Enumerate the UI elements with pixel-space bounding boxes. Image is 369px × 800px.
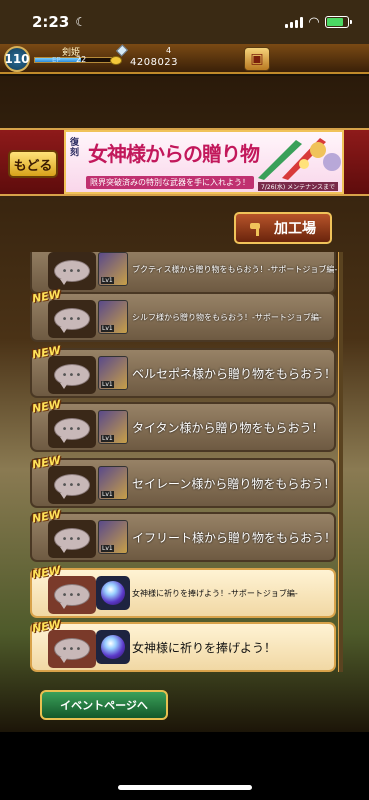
item-level: Lv1 bbox=[101, 545, 114, 552]
exp-bar bbox=[34, 57, 112, 63]
mission-row[interactable]: ••• Lv1 ベルセポネ様から贈り物をもらおう！ NEW bbox=[30, 344, 337, 398]
mission-row[interactable]: ••• Lv1 セイレーン様から贈り物をもらおう！ NEW bbox=[30, 454, 336, 508]
item-level: Lv1 bbox=[101, 381, 114, 388]
event-page-button[interactable]: イベントページへ bbox=[40, 690, 168, 720]
weapon-item-icon: Lv1 bbox=[98, 252, 128, 286]
back-button[interactable]: もどる bbox=[8, 150, 58, 178]
chat-bubble-icon: ••• bbox=[48, 252, 96, 290]
mission-title: ベルセポネ様から贈り物をもらおう！ bbox=[132, 366, 337, 381]
bubble-tail bbox=[60, 437, 68, 443]
mission-title: 女神様に祈りを捧げよう！-サポートジョブ編- bbox=[132, 588, 298, 598]
chest-icon: ▣ bbox=[250, 51, 264, 67]
bubble-tail bbox=[60, 279, 68, 285]
chat-bubble-icon: ••• bbox=[48, 356, 96, 394]
workshop-label: 加工場 bbox=[274, 221, 316, 237]
mission-title: 女神様に祈りを捧げよう！ bbox=[132, 640, 277, 655]
player-level-badge: 110 bbox=[4, 46, 30, 72]
event-banner[interactable]: 復刻 女神様からの贈り物 限界突破済みの特別な武器を手に入れよう！ 7/26(水… bbox=[64, 130, 344, 194]
weapon-item-icon: Lv1 bbox=[98, 520, 128, 554]
gold-count: 4208023 bbox=[130, 57, 179, 68]
chat-bubble-icon: ••• bbox=[48, 410, 96, 448]
weapon-item-icon: Lv1 bbox=[98, 410, 128, 444]
mission-row[interactable]: ••• 女神様に祈りを捧げよう！-サポートジョブ編- NEW bbox=[30, 564, 336, 618]
bubble-tail bbox=[60, 547, 68, 553]
hammer-icon bbox=[250, 221, 268, 236]
exp-label: EP bbox=[52, 56, 61, 64]
mission-row[interactable]: ••• Lv1 ブクティス様から贈り物をもらおう！-サポートジョブ編- bbox=[30, 252, 338, 294]
weapon-item-icon: Lv1 bbox=[98, 466, 128, 500]
bubble-tail bbox=[60, 383, 68, 389]
status-bar: 2:23 ☾ ◠ bbox=[0, 0, 369, 44]
banner-subtitle: 限界突破済みの特別な武器を手に入れよう！ bbox=[86, 176, 254, 189]
mission-title: セイレーン様から贈り物をもらおう！ bbox=[132, 476, 336, 491]
gem-icon bbox=[115, 44, 129, 57]
weapon-item-icon: Lv1 bbox=[98, 300, 128, 334]
item-level: Lv1 bbox=[101, 325, 114, 332]
orb-item-icon bbox=[96, 630, 130, 664]
chat-bubble-icon: ••• bbox=[48, 576, 96, 614]
item-level: Lv1 bbox=[101, 277, 114, 284]
workshop-button[interactable]: 加工場 bbox=[234, 212, 332, 244]
mission-title: ブクティス様から贈り物をもらおう！-サポートジョブ編- bbox=[132, 264, 338, 274]
list-scrollbar[interactable] bbox=[338, 252, 343, 672]
mission-row[interactable]: ••• 女神様に祈りを捧げよう！ NEW bbox=[30, 618, 336, 672]
chat-bubble-icon: ••• bbox=[48, 466, 96, 504]
wifi-icon: ◠ bbox=[309, 14, 319, 30]
battery-icon bbox=[325, 16, 352, 28]
bubble-tail bbox=[60, 493, 68, 499]
mission-title: タイタン様から贈り物をもらおう！ bbox=[132, 420, 324, 435]
mission-row[interactable]: ••• Lv1 タイタン様から贈り物をもらおう！ NEW bbox=[30, 398, 336, 452]
moon-icon: ☾ bbox=[75, 15, 87, 29]
banner-badge: 復刻 bbox=[70, 138, 80, 158]
bubble-tail bbox=[60, 603, 68, 609]
mission-title: イフリート様から贈り物をもらおう！ bbox=[132, 530, 337, 545]
chat-bubble-icon: ••• bbox=[48, 630, 96, 668]
weapon-art-icon bbox=[258, 138, 341, 180]
signal-icon bbox=[285, 16, 303, 28]
orb-item-icon bbox=[96, 576, 130, 610]
weapon-item-icon: Lv1 bbox=[98, 356, 128, 390]
chat-bubble-icon: ••• bbox=[48, 300, 96, 338]
gold-icon bbox=[110, 56, 122, 65]
player-header: 110 剣姫 EP 22 4 4208023 ▣ bbox=[0, 44, 369, 74]
mission-list[interactable]: ••• Lv1 ブクティス様から贈り物をもらおう！-サポートジョブ編- ••• Lv1 シ… bbox=[26, 252, 340, 672]
item-level: Lv1 bbox=[101, 491, 114, 498]
mission-row[interactable]: ••• Lv1 シルフ様から贈り物をもらおう！-サポートジョブ編- NEW bbox=[30, 288, 336, 342]
item-level: Lv1 bbox=[101, 435, 114, 442]
chat-bubble-icon: ••• bbox=[48, 520, 96, 558]
banner-date: 7/26(水) メンテナンスまで bbox=[258, 182, 338, 191]
level-value: 22 bbox=[76, 55, 87, 64]
mission-row[interactable]: ••• Lv1 イフリート様から贈り物をもらおう！ NEW bbox=[30, 508, 337, 562]
banner-title: 女神様からの贈り物 bbox=[88, 142, 260, 166]
clock: 2:23 bbox=[32, 13, 70, 31]
home-indicator[interactable] bbox=[118, 785, 252, 790]
bubble-tail bbox=[60, 327, 68, 333]
present-box-button[interactable]: ▣ bbox=[244, 47, 270, 71]
mission-title: シルフ様から贈り物をもらおう！-サポートジョブ編- bbox=[132, 312, 322, 322]
bubble-tail bbox=[60, 657, 68, 663]
gem-count: 4 bbox=[166, 46, 172, 55]
